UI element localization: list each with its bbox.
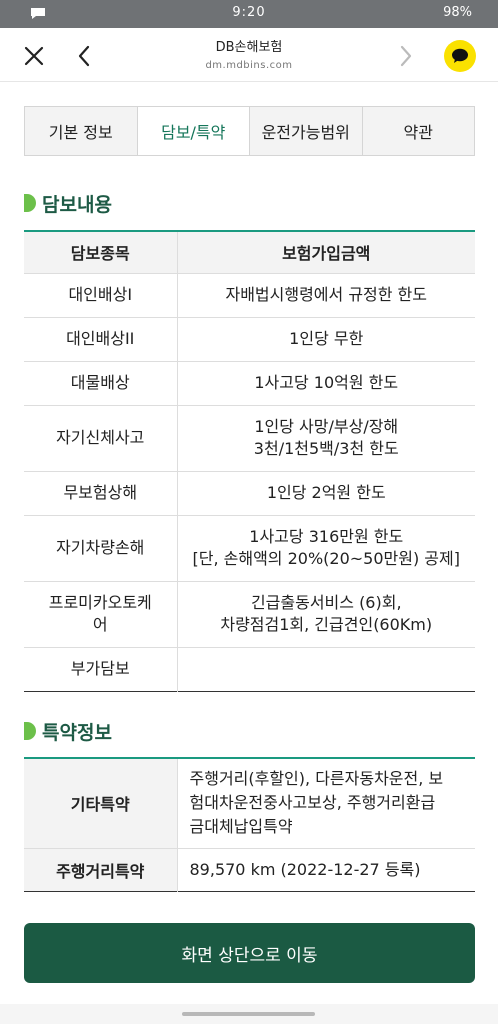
special-heading: 특약정보	[42, 721, 112, 744]
table-row: 대인배상I 자배법시행령에서 규정한 한도	[24, 273, 475, 318]
tab-basic-info[interactable]: 기본 정보	[25, 107, 138, 155]
coverage-col-item: 담보종목	[24, 231, 178, 274]
coverage-item: 대물배상	[24, 361, 178, 406]
table-row: 부가담보	[24, 647, 475, 691]
status-bar: 9:20 98%	[0, 0, 498, 28]
section-marker-icon	[24, 722, 36, 740]
coverage-amount: 1인당 2억원 한도	[177, 471, 475, 516]
tab-terms[interactable]: 약관	[362, 107, 474, 155]
special-value: 89,570 km (2022-12-27 등록)	[189, 859, 421, 879]
back-arrow-icon[interactable]	[72, 42, 96, 70]
table-row: 자기차량손해 1사고당 316만원 한도 [단, 손해액의 20%(20~50만원…	[24, 515, 475, 582]
coverage-amount: 자배법시행령에서 규정한 한도	[177, 273, 475, 318]
battery-level: 98%	[443, 5, 472, 20]
coverage-amount: 1인당 무한	[177, 317, 475, 362]
kakao-chat-icon	[452, 48, 468, 63]
coverage-amount: 1사고당 316만원 한도 [단, 손해액의 20%(20~50만원) 공제]	[177, 515, 475, 582]
table-row: 주행거리특약 89,570 km (2022-12-27 등록)	[24, 848, 475, 891]
section-marker-icon	[24, 194, 36, 212]
tab-driver-range[interactable]: 운전가능범위	[250, 107, 363, 155]
table-row: 대물배상 1사고당 10억원 한도	[24, 361, 475, 406]
special-label: 기타특약	[24, 758, 178, 849]
table-row: 무보험상해 1인당 2억원 한도	[24, 471, 475, 516]
kakao-share-button[interactable]	[444, 40, 476, 72]
table-row: 기타특약 주행거리(후할인), 다른자동차운전, 보 험대차운전중사고보상, 주행…	[24, 758, 475, 849]
coverage-amount: 긴급출동서비스 (6)회, 차량점검1회, 긴급견인(60Km)	[177, 581, 475, 648]
scroll-to-top-button[interactable]: 화면 상단으로 이동	[24, 923, 475, 983]
coverage-item: 무보험상해	[24, 471, 178, 516]
browser-toolbar: DB손해보험 dm.mdbins.com	[0, 28, 498, 82]
special-value: 주행거리(후할인), 다른자동차운전, 보 험대차운전중사고보상, 주행거리환급 금…	[177, 758, 475, 849]
special-section-heading: 특약정보	[24, 718, 112, 744]
table-row: 프로미카오토케 어 긴급출동서비스 (6)회, 차량점검1회, 긴급견인(60Km)	[24, 581, 475, 648]
coverage-table: 담보종목 보험가입금액 대인배상I 자배법시행령에서 규정한 한도 대인배상II…	[24, 230, 475, 692]
table-row: 자기신체사고 1인당 사망/부상/장해 3천/1천5백/3천 한도	[24, 405, 475, 472]
coverage-amount: 1사고당 10억원 한도	[177, 361, 475, 406]
coverage-amount: 1인당 사망/부상/장해 3천/1천5백/3천 한도	[177, 405, 475, 472]
coverage-item: 대인배상I	[24, 273, 178, 318]
special-label: 주행거리특약	[24, 848, 178, 891]
coverage-amount	[177, 647, 475, 691]
home-bar	[0, 1004, 498, 1024]
close-icon[interactable]	[20, 42, 48, 70]
coverage-item: 프로미카오토케 어	[24, 581, 178, 648]
content-tabs: 기본 정보 담보/특약 운전가능범위 약관	[24, 106, 475, 156]
coverage-header-row: 담보종목 보험가입금액	[24, 231, 475, 274]
coverage-item: 부가담보	[24, 647, 178, 691]
table-row: 대인배상II 1인당 무한	[24, 317, 475, 362]
coverage-item: 자기신체사고	[24, 405, 178, 472]
home-indicator[interactable]	[182, 1012, 315, 1016]
browser-sheet: DB손해보험 dm.mdbins.com 기본 정보 담보/특약 운전가능범위 …	[0, 28, 498, 1024]
page-url: dm.mdbins.com	[205, 60, 293, 71]
page-title-block: DB손해보험 dm.mdbins.com	[100, 36, 398, 71]
status-time: 9:20	[232, 5, 266, 20]
coverage-col-amount: 보험가입금액	[177, 231, 475, 274]
page-title: DB손해보험	[215, 40, 283, 55]
coverage-item: 자기차량손해	[24, 515, 178, 582]
forward-arrow-icon[interactable]	[394, 42, 418, 70]
tab-coverage-special[interactable]: 담보/특약	[137, 107, 250, 155]
special-terms-table: 기타특약 주행거리(후할인), 다른자동차운전, 보 험대차운전중사고보상, 주행…	[24, 757, 475, 892]
coverage-heading: 담보내용	[42, 193, 112, 216]
coverage-section-heading: 담보내용	[24, 190, 112, 216]
coverage-item: 대인배상II	[24, 317, 178, 362]
